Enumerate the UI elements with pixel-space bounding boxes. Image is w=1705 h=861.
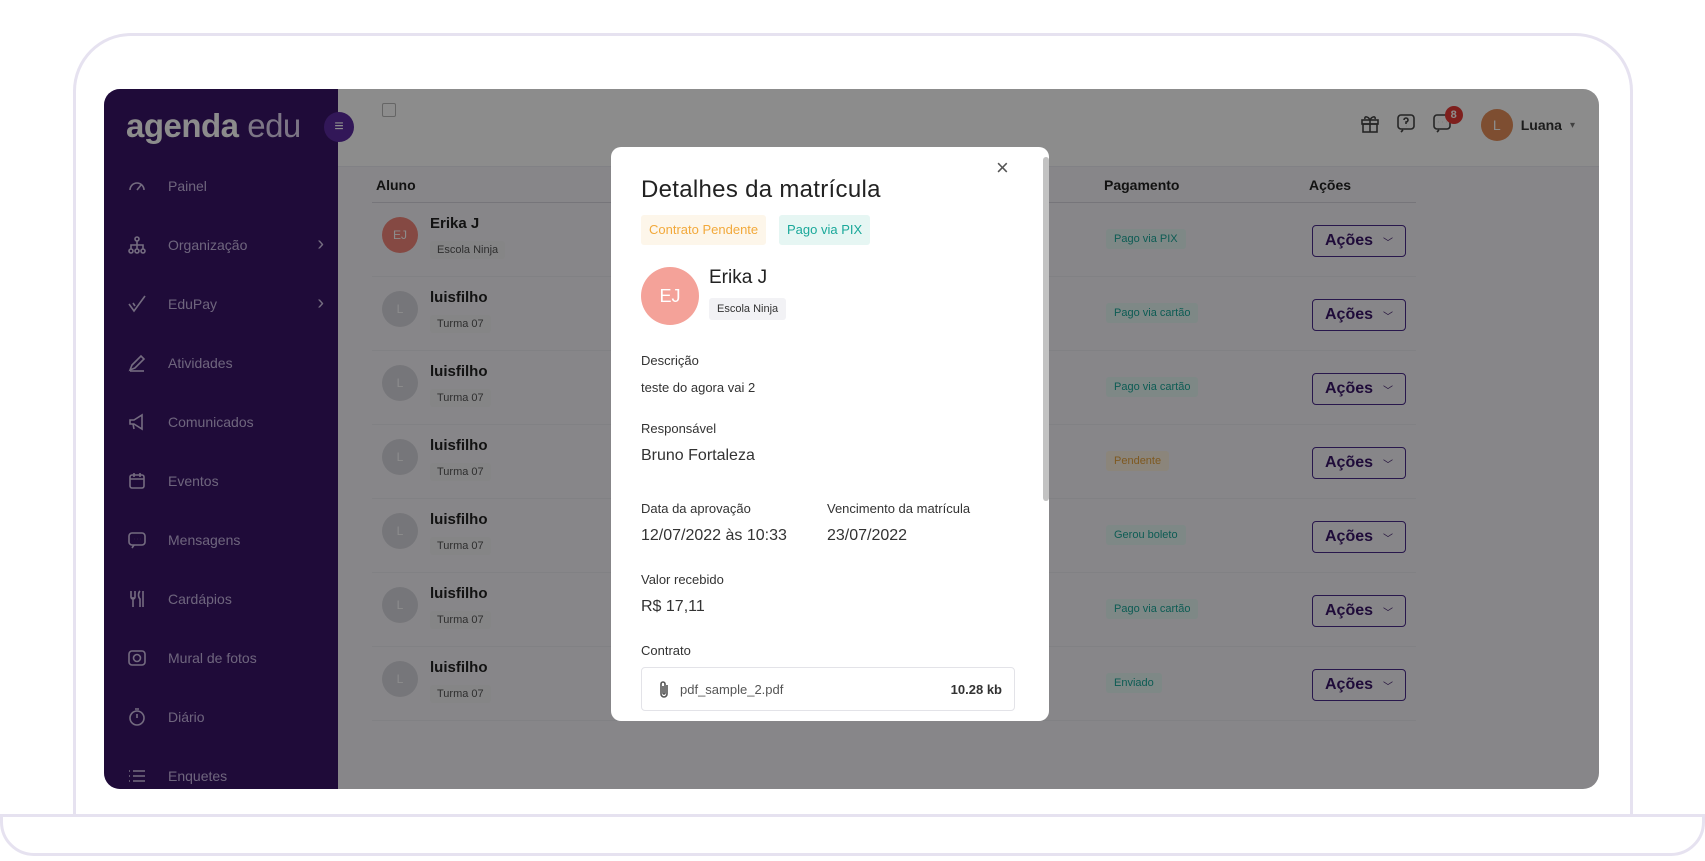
valor-label: Valor recebido	[641, 572, 724, 587]
student-name: Erika J	[709, 267, 768, 288]
valor-value: R$ 17,11	[641, 598, 705, 615]
aprovacao-value: 12/07/2022 às 10:33	[641, 527, 787, 544]
file-size: 10.28 kb	[950, 682, 1002, 697]
descricao-label: Descrição	[641, 353, 699, 368]
student-school-badge: Escola Ninja	[709, 298, 787, 320]
modal-scrollbar[interactable]	[1043, 157, 1049, 501]
contract-file-attachment[interactable]: pdf_sample_2.pdf 10.28 kb	[641, 667, 1015, 711]
laptop-base	[0, 814, 1705, 856]
vencimento-label: Vencimento da matrícula	[827, 501, 971, 516]
file-name: pdf_sample_2.pdf	[680, 682, 784, 697]
descricao-value: teste do agora vai 2	[641, 380, 756, 395]
enrollment-details-modal: × Detalhes da matrícula Contrato Pendent…	[611, 147, 1049, 721]
payment-status-badge: Pago via PIX	[779, 215, 871, 245]
app-screen: agenda edu Painel Organização › EduPay ›…	[104, 89, 1599, 789]
modal-title: Detalhes da matrícula	[641, 176, 881, 203]
contract-status-badge: Contrato Pendente	[641, 215, 767, 245]
close-icon[interactable]: ×	[996, 155, 1009, 181]
responsavel-label: Responsável	[641, 421, 717, 436]
aprovacao-label: Data da aprovação	[641, 501, 751, 516]
vencimento-value: 23/07/2022	[827, 527, 908, 544]
responsavel-value: Bruno Fortaleza	[641, 447, 755, 464]
paperclip-icon	[656, 680, 672, 705]
avatar: EJ	[641, 267, 699, 325]
contrato-label: Contrato	[641, 643, 691, 658]
